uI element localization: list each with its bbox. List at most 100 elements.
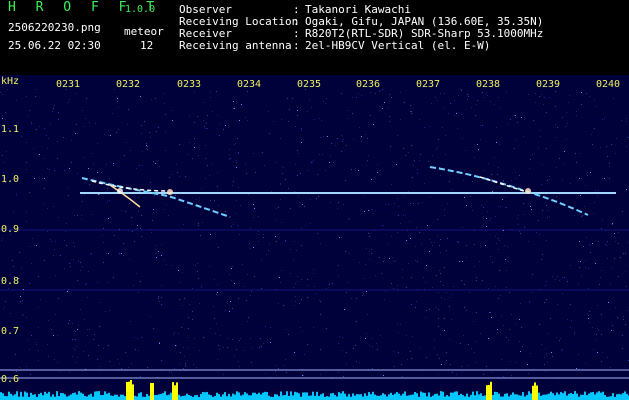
noise-speck — [601, 361, 602, 362]
noise-speck — [296, 250, 297, 251]
noise-speck — [515, 178, 516, 179]
noise-speck — [337, 138, 338, 139]
level-bar — [512, 392, 514, 400]
noise-speck — [331, 143, 332, 144]
noise-speck — [201, 188, 202, 189]
level-bar — [188, 395, 190, 400]
level-bar — [388, 394, 390, 400]
level-bar — [584, 391, 586, 400]
noise-speck — [411, 358, 412, 359]
level-bar — [70, 394, 72, 400]
noise-speck — [498, 97, 499, 98]
level-bar — [220, 396, 222, 400]
noise-speck — [243, 350, 244, 351]
noise-speck — [33, 148, 34, 149]
noise-speck — [295, 296, 296, 297]
level-bar — [216, 392, 218, 400]
noise-speck — [100, 366, 101, 367]
noise-speck — [549, 97, 550, 98]
level-bar — [478, 394, 480, 400]
noise-speck — [380, 335, 381, 336]
noise-speck — [302, 204, 303, 205]
noise-speck — [161, 244, 162, 245]
noise-speck — [372, 338, 373, 339]
noise-speck — [429, 309, 430, 310]
noise-speck — [275, 371, 276, 372]
noise-speck — [528, 373, 529, 374]
noise-speck — [217, 292, 218, 293]
noise-speck — [371, 179, 372, 180]
noise-speck — [66, 245, 67, 246]
noise-speck — [183, 368, 184, 369]
level-bar — [278, 396, 280, 400]
noise-speck — [83, 351, 84, 352]
level-bar — [568, 393, 570, 400]
noise-speck — [605, 244, 606, 245]
noise-speck — [247, 91, 248, 92]
noise-speck — [522, 346, 523, 347]
noise-speck — [87, 329, 88, 330]
noise-speck — [486, 226, 487, 227]
noise-speck — [435, 97, 436, 98]
noise-speck — [442, 127, 443, 128]
level-bar — [542, 394, 544, 400]
noise-speck — [269, 243, 270, 244]
noise-speck — [301, 130, 302, 131]
level-bar — [74, 392, 76, 400]
noise-speck — [498, 298, 499, 299]
noise-speck — [556, 196, 557, 197]
level-bar — [456, 391, 458, 400]
noise-speck — [126, 142, 127, 143]
noise-speck — [466, 205, 467, 206]
level-bar — [106, 393, 108, 400]
noise-speck — [459, 261, 460, 262]
noise-speck — [519, 231, 520, 232]
noise-speck — [161, 285, 162, 286]
level-bar — [72, 393, 74, 400]
noise-speck — [544, 302, 545, 303]
noise-speck — [269, 133, 270, 134]
noise-speck — [280, 184, 281, 185]
noise-speck — [361, 136, 362, 137]
level-bar — [348, 394, 350, 400]
noise-speck — [234, 108, 235, 109]
noise-speck — [562, 293, 563, 294]
noise-speck — [565, 126, 566, 127]
noise-speck — [26, 212, 27, 213]
noise-speck — [97, 282, 98, 283]
noise-speck — [466, 245, 467, 246]
noise-speck — [338, 343, 339, 344]
noise-speck — [229, 154, 230, 155]
noise-speck — [10, 313, 11, 314]
noise-speck — [258, 216, 259, 217]
noise-speck — [424, 183, 425, 184]
noise-speck — [474, 244, 475, 245]
noise-speck — [428, 161, 429, 162]
noise-speck — [576, 111, 577, 112]
echo-trace-1 — [81, 177, 231, 218]
level-bar — [254, 392, 256, 400]
noise-speck — [175, 195, 176, 196]
noise-speck — [47, 168, 48, 169]
noise-speck — [440, 273, 441, 274]
noise-speck — [368, 155, 369, 156]
x-tick-label: 0240 — [596, 79, 621, 90]
noise-speck — [125, 211, 126, 212]
noise-speck — [217, 214, 218, 215]
noise-speck — [456, 113, 457, 114]
noise-speck — [424, 127, 425, 128]
noise-speck — [530, 206, 531, 207]
noise-speck — [449, 297, 450, 298]
noise-speck — [102, 235, 103, 236]
level-bar — [228, 393, 230, 400]
noise-speck — [546, 353, 547, 354]
noise-speck — [301, 245, 302, 246]
noise-speck — [602, 352, 603, 353]
level-bar — [536, 385, 538, 400]
level-bar — [322, 393, 324, 400]
noise-speck — [588, 315, 589, 316]
noise-speck — [76, 362, 77, 363]
level-bar — [472, 391, 474, 400]
noise-speck — [532, 154, 533, 155]
noise-speck — [379, 257, 380, 258]
